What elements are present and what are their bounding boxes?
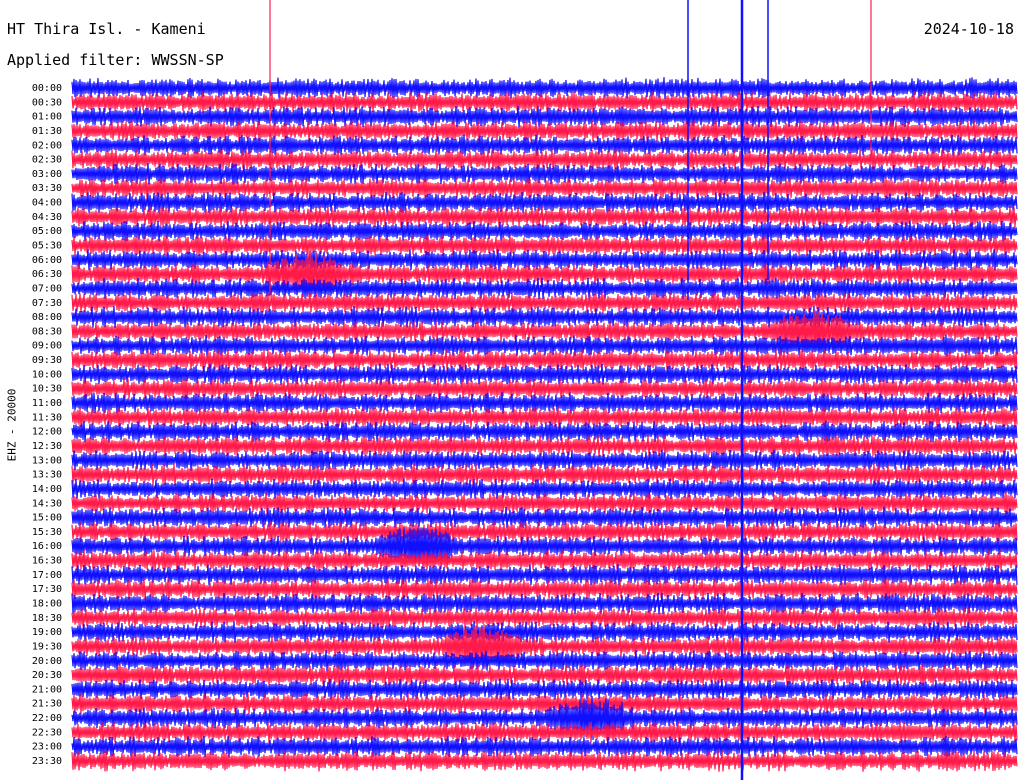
trace-row-0000 xyxy=(71,77,1018,99)
station-title: HT Thira Isl. - Kameni xyxy=(7,20,206,38)
row-label: 18:00 xyxy=(32,598,62,609)
row-label: 15:30 xyxy=(32,527,62,538)
row-label: 13:00 xyxy=(32,455,62,466)
trace-row-1730 xyxy=(71,578,1018,600)
row-label: 16:00 xyxy=(32,541,62,552)
date-label: 2024-10-18 xyxy=(923,20,1014,38)
row-label: 19:00 xyxy=(32,627,62,638)
trace-row-0130 xyxy=(71,120,1018,142)
time-axis-labels: 00:00 00:30 01:00 01:30 02:00 02:30 03:00 03:30… xyxy=(32,83,62,767)
row-label: 06:30 xyxy=(32,269,62,280)
seismic-traces xyxy=(71,0,1018,780)
row-label: 10:00 xyxy=(32,369,62,380)
row-label: 11:00 xyxy=(32,398,62,409)
row-label: 14:30 xyxy=(32,498,62,509)
row-label: 08:30 xyxy=(32,326,62,337)
row-label: 17:00 xyxy=(32,570,62,581)
row-label: 07:00 xyxy=(32,283,62,294)
row-label: 07:30 xyxy=(32,298,62,309)
row-label: 19:30 xyxy=(32,641,62,652)
row-label: 05:00 xyxy=(32,226,62,237)
row-label: 23:30 xyxy=(32,756,62,767)
row-label: 06:00 xyxy=(32,255,62,266)
trace-row-0030 xyxy=(71,91,1018,113)
row-label: 20:30 xyxy=(32,670,62,681)
row-label: 02:00 xyxy=(32,140,62,151)
trace-row-1200 xyxy=(71,420,1018,443)
row-label: 14:00 xyxy=(32,484,62,495)
row-label: 23:00 xyxy=(32,742,62,753)
channel-label: EHZ - 20000 xyxy=(5,388,19,462)
row-label: 22:00 xyxy=(32,713,62,724)
row-label: 16:30 xyxy=(32,556,62,567)
row-label: 15:00 xyxy=(32,513,62,524)
row-label: 00:30 xyxy=(32,97,62,108)
row-label: 09:30 xyxy=(32,355,62,366)
row-label: 13:30 xyxy=(32,470,62,481)
row-label: 04:30 xyxy=(32,212,62,223)
row-label: 00:00 xyxy=(32,83,62,94)
row-label: 03:00 xyxy=(32,169,62,180)
row-label: 02:30 xyxy=(32,155,62,166)
row-label: 03:30 xyxy=(32,183,62,194)
row-label: 12:00 xyxy=(32,427,62,438)
row-label: 21:30 xyxy=(32,699,62,710)
filter-label: Applied filter: WWSSN-SP xyxy=(7,51,224,69)
trace-row-2230 xyxy=(71,721,1018,744)
row-label: 11:30 xyxy=(32,412,62,423)
row-label: 09:00 xyxy=(32,341,62,352)
row-label: 08:00 xyxy=(32,312,62,323)
row-label: 17:30 xyxy=(32,584,62,595)
row-label: 10:30 xyxy=(32,384,62,395)
helicorder-plot: 00:00 00:30 01:00 01:30 02:00 02:30 03:00 03:30… xyxy=(32,0,1018,780)
row-label: 04:00 xyxy=(32,198,62,209)
row-label: 20:00 xyxy=(32,656,62,667)
row-label: 21:00 xyxy=(32,684,62,695)
row-label: 05:30 xyxy=(32,241,62,252)
row-label: 18:30 xyxy=(32,613,62,624)
row-label: 12:30 xyxy=(32,441,62,452)
row-label: 01:30 xyxy=(32,126,62,137)
row-label: 22:30 xyxy=(32,727,62,738)
row-label: 01:00 xyxy=(32,112,62,123)
